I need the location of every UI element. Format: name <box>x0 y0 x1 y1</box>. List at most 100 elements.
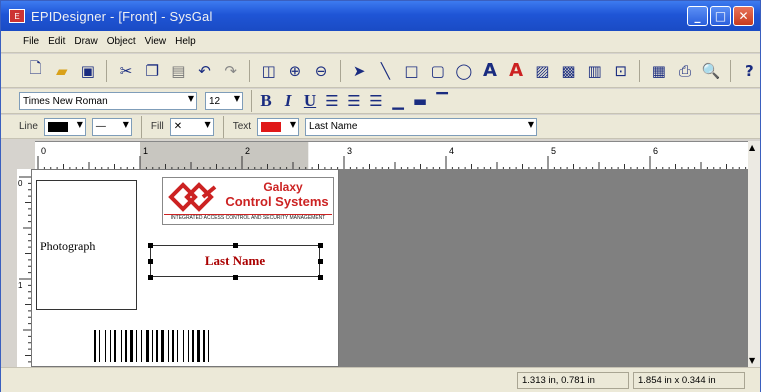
photo-icon[interactable]: ▩ <box>558 60 579 82</box>
rounded-rect-icon[interactable]: ▢ <box>427 60 448 82</box>
app-icon[interactable]: E <box>9 9 25 23</box>
field-select[interactable]: Last Name ▼ <box>305 117 538 136</box>
card-icon[interactable]: ⊡ <box>610 60 631 82</box>
main-toolbar: 🗋 ▰ ▣ ✂ ❐ ▤ ↶ ↷ ◫ ⊕ ⊖ ➤ ╲ □ ▢ ◯ A A ▨ ▩ … <box>1 54 760 88</box>
image-icon[interactable]: ▨ <box>532 60 553 82</box>
align-right-icon[interactable]: ☰ <box>365 90 387 112</box>
text-label: Text <box>232 121 252 132</box>
save-icon[interactable]: ▣ <box>77 60 98 82</box>
underline-button[interactable]: U <box>299 91 321 111</box>
help-icon[interactable]: ? <box>739 60 760 82</box>
ellipse-icon[interactable]: ◯ <box>453 60 474 82</box>
open-icon[interactable]: ▰ <box>51 60 72 82</box>
photo-placeholder[interactable]: Photograph <box>36 180 137 310</box>
font-value: Times New Roman <box>23 95 108 107</box>
print-icon[interactable]: ⎙ <box>674 60 695 82</box>
ruler-number: 1 <box>18 281 23 290</box>
chevron-down-icon: ▼ <box>204 119 211 129</box>
scroll-down-icon[interactable]: ▼ <box>749 356 755 365</box>
resize-handle[interactable] <box>148 275 153 280</box>
format-toolbar: Times New Roman ▼ 12 ▼ B I U ☰ ☰ ☰ ▁ ▬ ▔ <box>1 89 760 114</box>
ruler-number: 1 <box>143 146 148 156</box>
chevron-down-icon: ▼ <box>122 119 129 129</box>
font-size-select[interactable]: 12 ▼ <box>205 92 243 110</box>
menu-view[interactable]: View <box>145 36 167 47</box>
menu-file[interactable]: File <box>23 36 39 47</box>
line-style-select[interactable]: — ▼ <box>91 117 132 136</box>
copy-icon[interactable]: ❐ <box>142 60 163 82</box>
logo-tagline: INTEGRATED ACCESS CONTROL AND SECURITY M… <box>164 214 332 223</box>
status-bar: 1.313 in, 0.781 in 1.854 in x 0.344 in <box>1 367 760 392</box>
horizontal-ruler: 01234567 <box>35 141 748 169</box>
minimize-icon[interactable]: _ <box>687 6 708 26</box>
menu-object[interactable]: Object <box>107 36 136 47</box>
text-effect-icon[interactable]: A <box>506 60 527 82</box>
ruler-number: 4 <box>449 146 454 156</box>
chevron-down-icon: ▼ <box>76 119 83 129</box>
ruler-number: 5 <box>551 146 556 156</box>
vertical-scrollbar[interactable]: ▲ ▼ <box>748 141 760 367</box>
resize-handle[interactable] <box>233 243 238 248</box>
line-style-icon: — <box>95 121 106 132</box>
ruler-number: 2 <box>245 146 250 156</box>
fill-select[interactable]: ✕ ▼ <box>169 117 214 136</box>
close-icon[interactable]: ✕ <box>733 6 754 26</box>
font-size-value: 12 <box>209 95 221 107</box>
resize-handle[interactable] <box>148 243 153 248</box>
last-name-field[interactable]: Last Name <box>150 245 320 277</box>
chevron-down-icon: ▼ <box>187 94 194 103</box>
resize-handle[interactable] <box>233 275 238 280</box>
title-bar[interactable]: E EPIDesigner - [Front] - SysGal _ □ ✕ <box>1 1 760 31</box>
zoom-out-icon[interactable]: ⊖ <box>311 60 332 82</box>
undo-icon[interactable]: ↶ <box>194 60 215 82</box>
align-left-icon[interactable]: ☰ <box>321 90 343 112</box>
fill-label: Fill <box>150 121 164 132</box>
menu-help[interactable]: Help <box>175 36 196 47</box>
font-select[interactable]: Times New Roman ▼ <box>19 92 197 110</box>
text-color-select[interactable]: ▼ <box>257 117 300 136</box>
line-color-swatch <box>47 121 68 132</box>
logo-line2: Control Systems <box>225 194 329 209</box>
rectangle-icon[interactable]: □ <box>401 60 422 82</box>
align-center-icon[interactable]: ☰ <box>343 90 365 112</box>
vertical-ruler: 012 <box>17 169 31 367</box>
cut-icon[interactable]: ✂ <box>115 60 136 82</box>
chevron-down-icon: ▼ <box>289 119 297 129</box>
company-logo[interactable]: Galaxy Control Systems INTEGRATED ACCESS… <box>162 177 334 225</box>
menu-bar: File Edit Draw Object View Help <box>1 31 760 53</box>
print-preview-icon[interactable]: 🔍 <box>701 60 722 82</box>
valign-top-icon[interactable]: ▔ <box>431 90 453 112</box>
resize-handle[interactable] <box>318 275 323 280</box>
field-value: Last Name <box>309 121 358 132</box>
properties-icon[interactable]: ▦ <box>648 60 669 82</box>
chevron-down-icon: ▼ <box>527 119 535 129</box>
paste-icon[interactable]: ▤ <box>168 60 189 82</box>
preview-page-icon[interactable]: ◫ <box>258 60 279 82</box>
new-icon[interactable]: 🗋 <box>25 59 46 82</box>
menu-draw[interactable]: Draw <box>74 36 97 47</box>
maximize-icon[interactable]: □ <box>710 6 731 26</box>
zoom-in-icon[interactable]: ⊕ <box>284 60 305 82</box>
badge-card[interactable]: Photograph Galaxy Control Systems INTEGR… <box>31 169 339 367</box>
status-position: 1.313 in, 0.781 in <box>517 371 629 389</box>
italic-button[interactable]: I <box>277 91 299 111</box>
valign-middle-icon[interactable]: ▬ <box>409 90 431 112</box>
redo-icon[interactable]: ↷ <box>220 60 241 82</box>
app-window: E EPIDesigner - [Front] - SysGal _ □ ✕ F… <box>0 0 761 392</box>
window-title: EPIDesigner - [Front] - SysGal <box>31 8 213 24</box>
menu-edit[interactable]: Edit <box>48 36 65 47</box>
line-icon[interactable]: ╲ <box>375 60 396 82</box>
resize-handle[interactable] <box>318 259 323 264</box>
barcode-icon[interactable]: ▥ <box>584 60 605 82</box>
scroll-up-icon[interactable]: ▲ <box>749 143 755 152</box>
barcode[interactable] <box>92 330 252 362</box>
pointer-icon[interactable]: ➤ <box>349 60 370 82</box>
text-icon[interactable]: A <box>479 60 500 82</box>
resize-handle[interactable] <box>148 259 153 264</box>
bold-button[interactable]: B <box>255 91 277 111</box>
no-fill-icon: ✕ <box>173 121 183 132</box>
valign-bottom-icon[interactable]: ▁ <box>387 90 409 112</box>
line-color-select[interactable]: ▼ <box>43 117 86 136</box>
resize-handle[interactable] <box>318 243 323 248</box>
status-size: 1.854 in x 0.344 in <box>633 371 745 389</box>
